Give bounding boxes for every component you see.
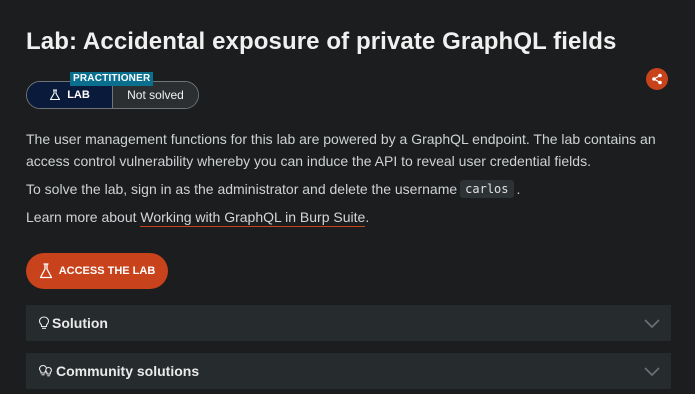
objective-suffix: . <box>516 181 521 197</box>
graphql-burp-link[interactable]: Working with GraphQL in Burp Suite <box>140 209 366 227</box>
flask-icon <box>50 89 61 101</box>
difficulty-badge: PRACTITIONER <box>70 72 154 86</box>
solution-label: Solution <box>52 315 108 331</box>
community-solutions-label: Community solutions <box>56 363 200 379</box>
objective-text: To solve the lab, sign in as the adminis… <box>26 181 458 197</box>
page-title: Lab: Accidental exposure of private Grap… <box>26 28 617 55</box>
community-lightbulbs-icon <box>38 364 52 377</box>
lab-type-label: LAB <box>67 89 90 101</box>
objective-paragraph: To solve the lab, sign in as the adminis… <box>26 180 520 198</box>
share-icon <box>652 73 662 85</box>
target-username-code: carlos <box>460 180 514 198</box>
learn-more-suffix: . <box>365 209 370 225</box>
solution-accordion[interactable]: Solution <box>26 305 671 341</box>
access-lab-label: ACCESS THE LAB <box>58 265 156 277</box>
flask-icon <box>39 263 52 279</box>
learn-more-text: Learn more about <box>26 209 137 225</box>
learn-more-paragraph: Learn more about Working with GraphQL in… <box>26 209 370 227</box>
chevron-down-icon <box>644 319 660 329</box>
access-lab-button[interactable]: ACCESS THE LAB <box>26 253 168 289</box>
share-button[interactable] <box>646 68 668 90</box>
chevron-down-icon <box>644 367 660 377</box>
lab-description: The user management functions for this l… <box>26 128 671 172</box>
lightbulb-icon <box>38 316 50 329</box>
community-solutions-accordion[interactable]: Community solutions <box>26 353 671 389</box>
description-paragraph: The user management functions for this l… <box>26 131 656 169</box>
